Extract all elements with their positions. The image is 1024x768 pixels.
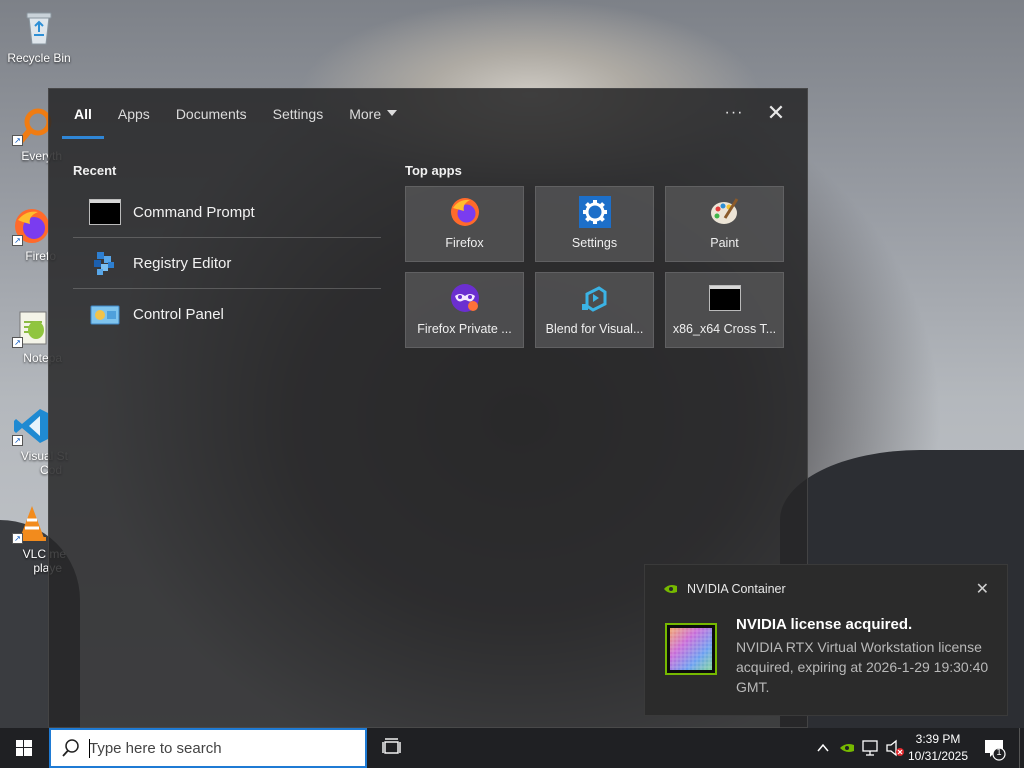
paint-palette-icon: [709, 196, 741, 228]
tab-all[interactable]: All: [61, 89, 105, 139]
notification-center-icon: [985, 740, 1006, 761]
registry-editor-icon: [89, 250, 121, 276]
top-app-name: Blend for Visual...: [545, 322, 644, 336]
notification-close-button[interactable]: ✕: [976, 579, 989, 599]
recent-list: Command Prompt Registry Editor Control P…: [73, 187, 381, 340]
show-hidden-icons-button[interactable]: [812, 728, 834, 768]
task-view-button[interactable]: [375, 728, 409, 768]
recent-item-registry-editor[interactable]: Registry Editor: [73, 238, 381, 289]
clock-date: 10/31/2025: [907, 749, 969, 763]
control-panel-icon: [89, 302, 121, 328]
top-apps-section-title: Top apps: [405, 163, 462, 178]
vscode-icon: ↗: [12, 406, 52, 446]
shortcut-arrow-icon: ↗: [12, 337, 23, 348]
recent-section-title: Recent: [73, 163, 117, 178]
tab-settings[interactable]: Settings: [260, 89, 337, 139]
tray-nvidia-icon[interactable]: [836, 728, 858, 768]
top-app-firefox-private[interactable]: Firefox Private ...: [405, 272, 524, 348]
top-app-settings[interactable]: Settings: [535, 186, 654, 262]
top-app-firefox[interactable]: Firefox: [405, 186, 524, 262]
recent-item-name: Command Prompt: [133, 203, 255, 221]
chevron-up-icon: [817, 743, 829, 752]
chevron-down-icon: [387, 110, 398, 117]
tray-network-icon[interactable]: [860, 728, 882, 768]
clock-time: 3:39 PM: [915, 732, 961, 746]
action-center-button[interactable]: 1: [980, 728, 1008, 768]
nvidia-logo-icon: [840, 744, 854, 752]
gpu-chip-icon: [665, 623, 717, 675]
notification-toast[interactable]: NVIDIA Container ✕ NVIDIA license acquir…: [644, 564, 1008, 716]
tab-apps[interactable]: Apps: [105, 89, 163, 139]
desktop-icon-label: Recycle Bin: [7, 51, 71, 65]
notification-body: NVIDIA RTX Virtual Workstation license a…: [736, 639, 989, 695]
firefox-icon: [449, 196, 481, 228]
taskbar-search-box[interactable]: [49, 728, 367, 768]
recent-item-command-prompt[interactable]: Command Prompt: [73, 187, 381, 238]
shortcut-arrow-icon: ↗: [12, 435, 23, 446]
recent-item-name: Control Panel: [133, 306, 224, 323]
tab-documents[interactable]: Documents: [163, 89, 260, 139]
recent-item-name: Registry Editor: [133, 254, 232, 272]
terminal-icon: [708, 282, 741, 314]
command-prompt-icon: [89, 199, 121, 225]
blend-icon: [579, 282, 611, 314]
notification-source-label: NVIDIA Container: [687, 582, 786, 596]
desktop-icon-recycle-bin[interactable]: Recycle Bin: [1, 8, 77, 65]
start-button[interactable]: [0, 728, 48, 768]
recycle-bin-icon: [19, 8, 59, 48]
top-apps-grid: Firefox Settings Paint Firefox Private .…: [405, 186, 785, 348]
top-app-paint[interactable]: Paint: [665, 186, 784, 262]
top-app-name: Firefox Private ...: [417, 322, 512, 336]
firefox-private-icon: [449, 282, 481, 314]
search-tabs: All Apps Documents Settings More: [61, 89, 410, 139]
show-desktop-button[interactable]: [1019, 728, 1024, 768]
top-app-blend[interactable]: Blend for Visual...: [535, 272, 654, 348]
more-options-button[interactable]: ···: [720, 101, 748, 127]
shortcut-arrow-icon: ↗: [12, 533, 23, 544]
taskbar: 3:39 PM 10/31/2025 1: [0, 728, 1024, 768]
firefox-icon: ↗: [12, 206, 52, 246]
nvidia-logo-icon: [663, 583, 679, 595]
search-icon: [61, 738, 81, 758]
tab-more-label: More: [349, 106, 382, 122]
top-app-x86-x64-cross-tools[interactable]: x86_x64 Cross T...: [665, 272, 784, 348]
network-icon: [862, 740, 878, 756]
task-view-icon: [382, 738, 401, 754]
shortcut-arrow-icon: ↗: [12, 235, 23, 246]
settings-gear-icon: [578, 196, 611, 228]
text-cursor: [89, 739, 90, 758]
notepad-plus-plus-icon: ↗: [12, 308, 52, 348]
notification-source: NVIDIA Container: [663, 582, 786, 596]
taskbar-clock[interactable]: 3:39 PM 10/31/2025: [900, 731, 976, 765]
notification-count-badge: 1: [996, 747, 1002, 757]
top-app-name: Paint: [710, 236, 739, 250]
recent-item-control-panel[interactable]: Control Panel: [73, 289, 381, 340]
close-panel-button[interactable]: ✕: [762, 101, 790, 127]
top-app-name: Firefox: [445, 236, 484, 250]
top-app-name: x86_x64 Cross T...: [672, 322, 777, 336]
search-input[interactable]: [89, 739, 339, 757]
windows-logo-icon: [16, 740, 32, 756]
vlc-icon: ↗: [12, 504, 52, 544]
top-app-name: Settings: [571, 236, 618, 250]
tab-more[interactable]: More: [336, 89, 410, 139]
notification-title: NVIDIA license acquired.: [736, 616, 913, 633]
shortcut-arrow-icon: ↗: [12, 135, 23, 146]
everything-search-icon: ↗: [12, 106, 52, 146]
